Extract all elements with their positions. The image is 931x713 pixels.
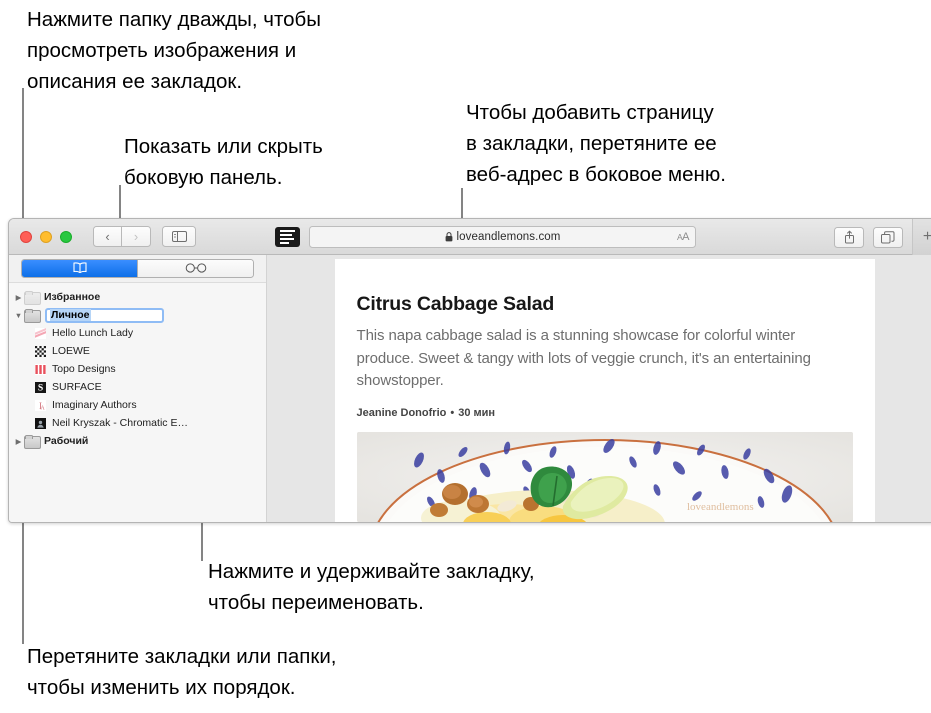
surface-favicon: S [35, 381, 46, 393]
chevron-right-icon: › [133, 229, 139, 244]
bookmarks-list[interactable]: ▶ Избранное ▼ Личное Hello Lunch Lady LO… [9, 283, 266, 522]
sidebar-toggle-button[interactable] [162, 226, 196, 247]
callout-double-click-folder: Нажмите папку дважды, чтобы просмотреть … [27, 8, 322, 93]
sidebar-item-label: Topo Designs [52, 363, 116, 375]
reader-view-button[interactable] [275, 227, 300, 247]
sidebar-item-label: Imaginary Authors [52, 399, 137, 411]
neil-kryszak-favicon [35, 417, 46, 429]
toolbar-right-group: + [834, 219, 931, 255]
sidebar-item-label: LOEWE [52, 345, 90, 357]
reader-lines-icon [280, 230, 295, 244]
sidebar-header [9, 255, 266, 283]
text-size-large-a: A [682, 231, 689, 243]
folder-rename-input[interactable]: Личное [45, 307, 164, 323]
svg-text:loveandlemons: loveandlemons [687, 501, 754, 513]
segment-bookmarks[interactable] [22, 260, 137, 277]
citrus-cabbage-salad-image: loveandlemons [356, 431, 853, 522]
web-content-area: Citrus Cabbage Salad This napa cabbage s… [267, 255, 931, 522]
window-body: ▶ Избранное ▼ Личное Hello Lunch Lady LO… [9, 255, 931, 522]
imaginary-authors-favicon: I A [35, 399, 46, 411]
navigation-buttons: ‹ › [93, 226, 151, 247]
sidebar-item-label: SURFACE [52, 381, 102, 393]
sidebar-folder-personal[interactable]: ▼ Личное [9, 306, 266, 324]
minimize-window-button[interactable] [40, 230, 52, 243]
article-title: Citrus Cabbage Salad [356, 293, 555, 315]
book-icon [72, 261, 87, 276]
back-button[interactable]: ‹ [93, 226, 122, 247]
sidebar-bookmark-loewe[interactable]: LOEWE [9, 342, 266, 360]
folder-rename-value: Личное [50, 309, 91, 321]
disclosure-triangle-icon[interactable]: ▼ [13, 311, 24, 320]
share-icon [844, 230, 854, 244]
share-button[interactable] [834, 226, 864, 248]
folder-icon [24, 435, 41, 449]
new-tab-button[interactable]: + [912, 219, 931, 255]
sidebar-bookmark-imaginary-authors[interactable]: I A Imaginary Authors [9, 396, 266, 414]
disclosure-triangle-icon[interactable]: ▶ [13, 437, 24, 446]
chevron-left-icon: ‹ [105, 229, 110, 244]
plus-icon: + [923, 228, 931, 246]
zoom-window-button[interactable] [60, 230, 72, 243]
sidebar-item-label: Neil Kryszak - Chromatic E… [52, 417, 188, 429]
hello-lunch-lady-favicon [35, 327, 46, 339]
reader-page: Citrus Cabbage Salad This napa cabbage s… [334, 259, 875, 522]
text-size-control[interactable]: AA [677, 231, 690, 243]
window-toolbar: ‹ › loveandlemons.com AA [9, 219, 931, 255]
sidebar-bookmark-topo-designs[interactable]: Topo Designs [9, 360, 266, 378]
article-read-time: 30 мин [458, 406, 496, 419]
folder-icon [24, 309, 41, 323]
callout-show-hide-sidebar: Показать или скрыть боковую панель. [124, 135, 323, 189]
article-photo: loveandlemons [356, 431, 853, 522]
sidebar-segmented-control[interactable] [21, 259, 254, 278]
address-bar-url: loveandlemons.com [456, 231, 561, 243]
sidebar-item-label: Избранное [44, 291, 101, 303]
help-illustration: Нажмите папку дважды, чтобы просмотреть … [0, 0, 931, 713]
callout-press-hold-rename: Нажмите и удерживайте закладку, чтобы пе… [208, 560, 535, 614]
address-bar[interactable]: loveandlemons.com AA [309, 226, 696, 248]
article-author: Jeanine Donofrio [356, 406, 447, 419]
sidebar-folder-favorites[interactable]: ▶ Избранное [9, 288, 266, 306]
sidebar-bookmark-hello-lunch-lady[interactable]: Hello Lunch Lady [9, 324, 266, 342]
callout-drag-to-reorder: Перетяните закладки или папки, чтобы изм… [27, 645, 337, 699]
sidebar-toggle-icon [171, 231, 187, 242]
svg-text:A: A [40, 405, 45, 410]
forward-button[interactable]: › [122, 226, 151, 247]
traffic-lights [20, 230, 72, 243]
tab-overview-icon [881, 230, 895, 243]
svg-text:S: S [38, 382, 43, 392]
lock-icon [445, 232, 452, 242]
callout-drag-url-to-sidebar: Чтобы добавить страницу в закладки, пере… [466, 101, 726, 186]
glasses-icon [185, 262, 207, 276]
topo-designs-favicon [35, 363, 46, 375]
disclosure-triangle-icon[interactable]: ▶ [13, 293, 24, 302]
safari-window: ‹ › loveandlemons.com AA ▶ Избранное ▼ Л… [8, 218, 931, 523]
sidebar-bookmark-neil-kryszak[interactable]: Neil Kryszak - Chromatic E… [9, 414, 266, 432]
article-byline: Jeanine Donofrio • 30 мин [357, 407, 853, 419]
sidebar-bookmark-surface[interactable]: S SURFACE [9, 378, 266, 396]
loewe-favicon [35, 345, 46, 357]
article-summary: This napa cabbage salad is a stunning sh… [356, 327, 811, 389]
tab-overview-button[interactable] [873, 226, 903, 248]
sidebar-folder-work[interactable]: ▶ Рабочий [9, 432, 266, 450]
close-window-button[interactable] [20, 230, 32, 243]
bookmarks-sidebar: ▶ Избранное ▼ Личное Hello Lunch Lady LO… [9, 255, 267, 522]
sidebar-item-label: Рабочий [44, 435, 89, 447]
segment-reading-list[interactable] [137, 260, 253, 277]
folder-icon [24, 291, 41, 305]
byline-separator: • [450, 406, 455, 419]
sidebar-item-label: Hello Lunch Lady [52, 327, 134, 339]
